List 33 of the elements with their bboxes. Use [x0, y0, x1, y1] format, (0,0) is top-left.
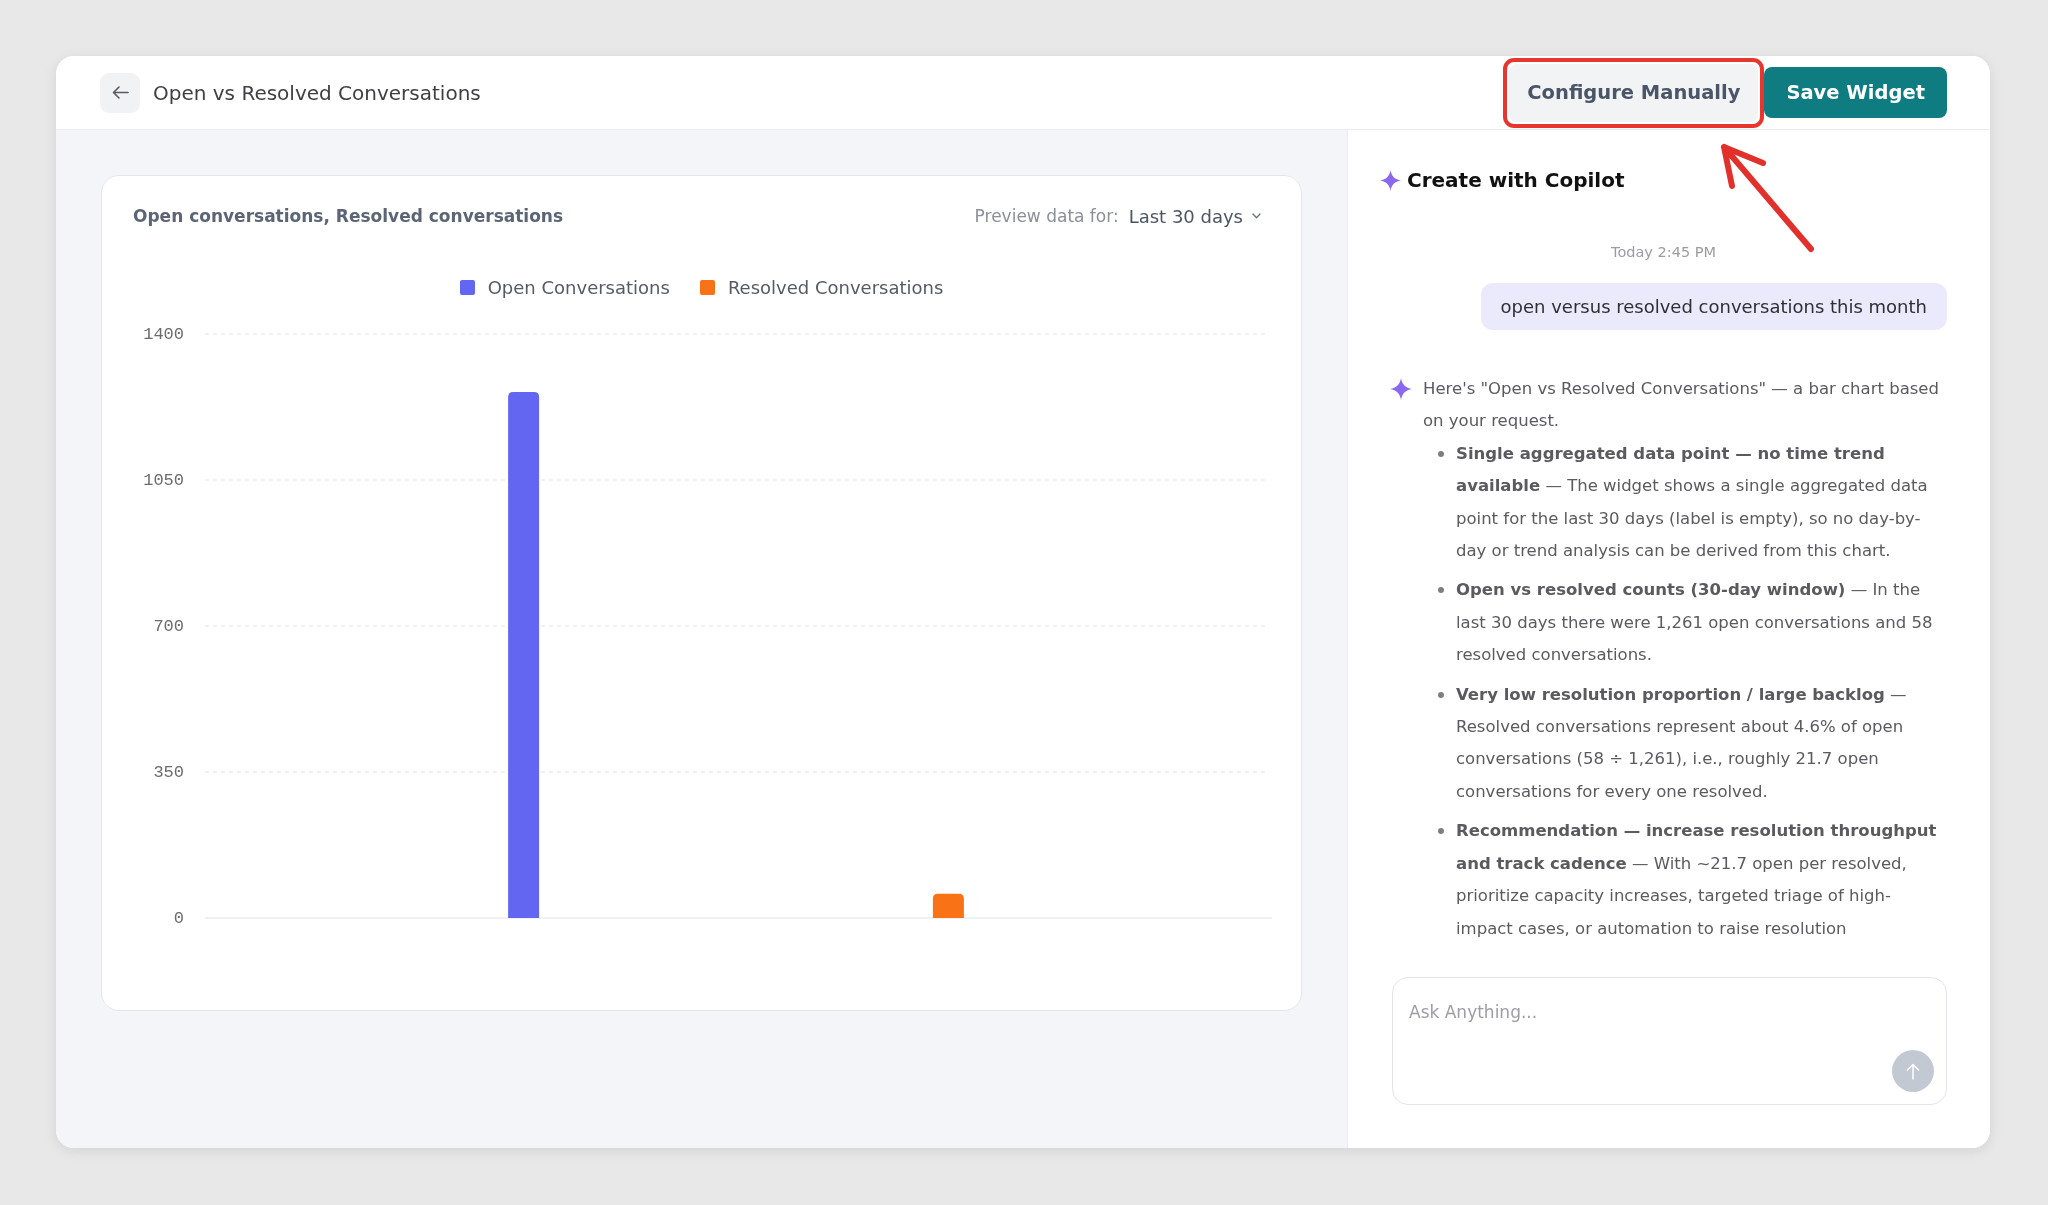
axis-tick-label: 350 [153, 762, 184, 782]
arrow-up-icon [1906, 1062, 1920, 1080]
axis-tick-label: 1050 [143, 470, 184, 490]
save-button[interactable]: Save Widget [1764, 67, 1947, 118]
bullet-text: Single aggregated data point — no time trend available — The widget shows a single aggregated data point for the last 30 days (label is empty), so no day-by-day or trend analysis can be derived from this chart. [1456, 442, 1929, 563]
chevron-down-icon [1252, 213, 1261, 219]
bullet-text: Open vs resolved counts (30-day window) — In the last 30 days there were 1,261 open conversations and 58 resolved conversations. [1456, 579, 1934, 667]
sparkle-icon [1390, 378, 1412, 400]
chart-title: Open conversations, Resolved conversations [133, 206, 564, 226]
sparkle-icon [1380, 169, 1401, 191]
user-message-bubble: open versus resolved conversations this month [1480, 283, 1947, 330]
configure-button[interactable]: Configure Manually [1509, 63, 1759, 122]
chart-bar [932, 893, 964, 918]
bullet-text: Recommendation — increase resolution throughput and track cadence — With ~21.7 open per resolved, prioritize capacity increases, targeted triage of high-impact cases, or automation to raise resolution [1456, 820, 1938, 940]
bullet-dot-icon [1438, 587, 1444, 594]
panel-title: Create with Copilot [1407, 168, 1625, 192]
preview-label: Preview data for: [974, 206, 1119, 226]
arrow-left-icon [111, 86, 129, 99]
axis-tick-label: 700 [153, 616, 184, 636]
bullet-dot-icon [1438, 691, 1444, 698]
legend-label: Resolved Conversations [727, 276, 944, 298]
assistant-message-text: Here's "Open vs Resolved Conversations" — a bar chart based on your request. [1423, 378, 1940, 433]
axis-tick-label: 1400 [143, 324, 184, 344]
legend-label: Open Conversations [487, 276, 670, 298]
message-input[interactable]: Ask Anything... [1392, 977, 1947, 1105]
bullet-text: Very low resolution proportion / large backlog — Resolved conversations represent about 4.6% of open conversations (58 ÷ 1,261), i.e., roughly 21.7 open conversations for every one resolved. [1456, 683, 1908, 803]
bullet-dot-icon [1438, 828, 1444, 835]
widget-title: Open vs Resolved Conversations [153, 80, 481, 105]
bullet-dot-icon [1438, 450, 1444, 457]
date-range-dropdown[interactable]: Last 30 days [1128, 205, 1261, 227]
back-button[interactable] [100, 72, 140, 113]
message-timestamp: Today 2:45 PM [1611, 243, 1716, 262]
axis-tick-label: 0 [173, 908, 184, 928]
